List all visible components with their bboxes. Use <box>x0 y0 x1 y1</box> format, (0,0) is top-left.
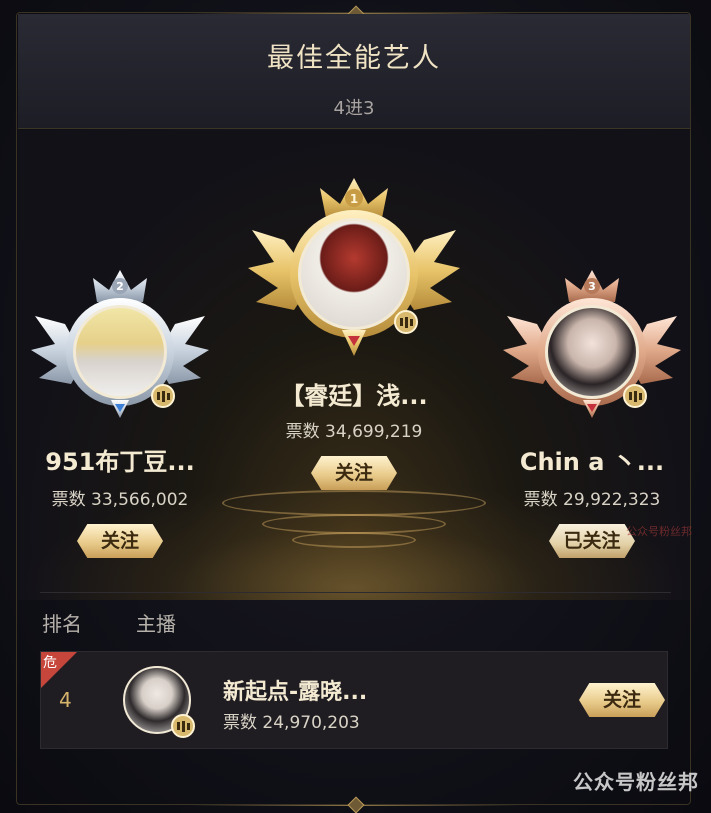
podium-name: Chin a 丶... <box>519 448 665 476</box>
podium-votes: 票数 33,566,002 <box>51 490 189 510</box>
page-title: 最佳全能艺人 <box>267 43 441 74</box>
watermark: 公众号粉丝邦 <box>573 770 699 794</box>
column-header-rank: 排名 <box>42 612 82 636</box>
stage-ring <box>262 514 446 534</box>
avatar[interactable] <box>545 305 639 399</box>
silver-medal-icon: 2 <box>25 264 215 424</box>
audio-bars-icon <box>623 384 647 408</box>
follow-button[interactable]: 关注 <box>579 683 665 717</box>
audio-bars-icon <box>394 310 418 334</box>
divider <box>40 592 671 593</box>
round-subtitle: 4进3 <box>333 98 375 119</box>
list-item[interactable]: 危 4 新起点-露晓... 票数 24,970,203 关注 <box>40 651 668 749</box>
row-name: 新起点-露晓... <box>223 680 368 705</box>
rank-number: 4 <box>59 688 72 712</box>
podium-name: 951布丁豆... <box>45 448 195 476</box>
podium-rank-2[interactable]: 2 951布丁豆... 票数 33,566,002 关注 <box>20 264 220 558</box>
row-votes: 票数 24,970,203 <box>223 713 360 733</box>
podium-name: 【睿廷】浅... <box>280 382 428 410</box>
faint-watermark: 公众号粉丝邦 <box>626 525 692 538</box>
column-header-host: 主播 <box>136 612 176 636</box>
audio-bars-icon <box>151 384 175 408</box>
avatar[interactable] <box>73 305 167 399</box>
follow-button[interactable]: 关注 <box>77 524 163 558</box>
podium-rank-3[interactable]: 3 Chin a 丶... 票数 29,922,323 已关注 <box>492 264 692 558</box>
danger-badge: 危 <box>43 655 57 671</box>
svg-text:3: 3 <box>588 280 596 293</box>
svg-text:2: 2 <box>116 280 124 293</box>
follow-button[interactable]: 关注 <box>311 456 397 490</box>
audio-bars-icon <box>171 714 195 738</box>
ranking-page: 最佳全能艺人 4进3 1 【睿廷】浅... 票数 34,699,219 关注 2… <box>0 0 711 813</box>
followed-button[interactable]: 已关注 <box>549 524 635 558</box>
avatar[interactable] <box>298 218 410 330</box>
podium-votes: 票数 29,922,323 <box>523 490 661 510</box>
stage-ring <box>292 532 416 548</box>
stage-ring <box>222 490 486 516</box>
gold-medal-icon: 1 <box>244 170 464 366</box>
header: 最佳全能艺人 4进3 <box>18 14 690 129</box>
bronze-medal-icon: 3 <box>497 264 687 424</box>
podium-rank-1[interactable]: 1 【睿廷】浅... 票数 34,699,219 关注 <box>234 170 474 490</box>
svg-text:1: 1 <box>350 192 358 206</box>
podium-votes: 票数 34,699,219 <box>285 422 423 442</box>
